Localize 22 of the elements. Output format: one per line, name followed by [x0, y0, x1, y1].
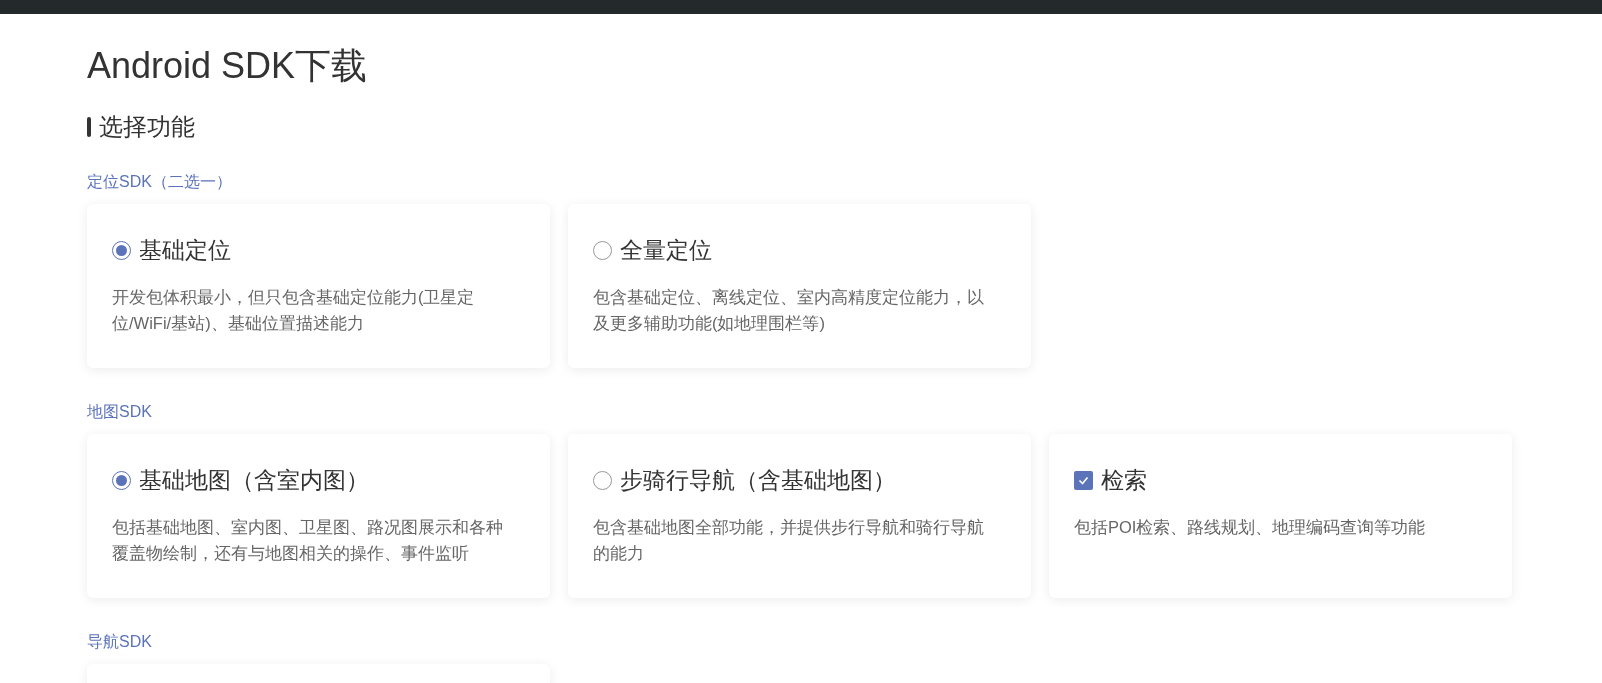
option-description: 开发包体积最小，但只包含基础定位能力(卫星定位/WiFi/基站)、基础位置描述能力	[112, 287, 476, 334]
option-title: 检索	[1101, 466, 1147, 495]
option-card[interactable]: 检索 包括POI检索、路线规划、地理编码查询等功能	[1049, 434, 1512, 598]
option-card[interactable]: 基础定位 开发包体积最小，但只包含基础定位能力(卫星定位/WiFi/基站)、基础位置描述能力	[87, 204, 550, 368]
option-description: 包含基础定位、离线定位、室内高精度定位能力，以及更多辅助功能(如地理围栏等)	[593, 287, 985, 334]
option-title: 全量定位	[620, 236, 712, 265]
option-description: 包含基础地图全部功能，并提供步行导航和骑行导航的能力	[593, 517, 985, 564]
option-title: 基础地图（含室内图）	[139, 466, 369, 495]
option-card[interactable]: 基础地图（含室内图） 包括基础地图、室内图、卫星图、路况图展示和各种覆盖物绘制，还有与地图相关的操作、事件监听	[87, 434, 550, 598]
option-card[interactable]: 全量定位 包含基础定位、离线定位、室内高精度定位能力，以及更多辅助功能(如地理围栏等)	[568, 204, 1031, 368]
option-description: 包括POI检索、路线规划、地理编码查询等功能	[1074, 517, 1427, 538]
option-title: 基础定位	[139, 236, 231, 265]
group-label: 地图SDK	[87, 402, 152, 422]
section-heading: 选择功能	[99, 112, 195, 142]
page-title: Android SDK下载	[87, 44, 368, 88]
option-title: 步骑行导航（含基础地图）	[620, 466, 896, 495]
group-label: 导航SDK	[87, 632, 152, 652]
option-description: 包括基础地图、室内图、卫星图、路况图展示和各种覆盖物绘制，还有与地图相关的操作、事件监听	[112, 517, 504, 564]
option-card[interactable]: 步骑行导航（含基础地图） 包含基础地图全部功能，并提供步行导航和骑行导航的能力	[568, 434, 1031, 598]
group-label: 定位SDK（二选一）	[87, 172, 232, 192]
checkbox[interactable]	[1074, 470, 1093, 490]
check-icon	[1078, 475, 1089, 485]
